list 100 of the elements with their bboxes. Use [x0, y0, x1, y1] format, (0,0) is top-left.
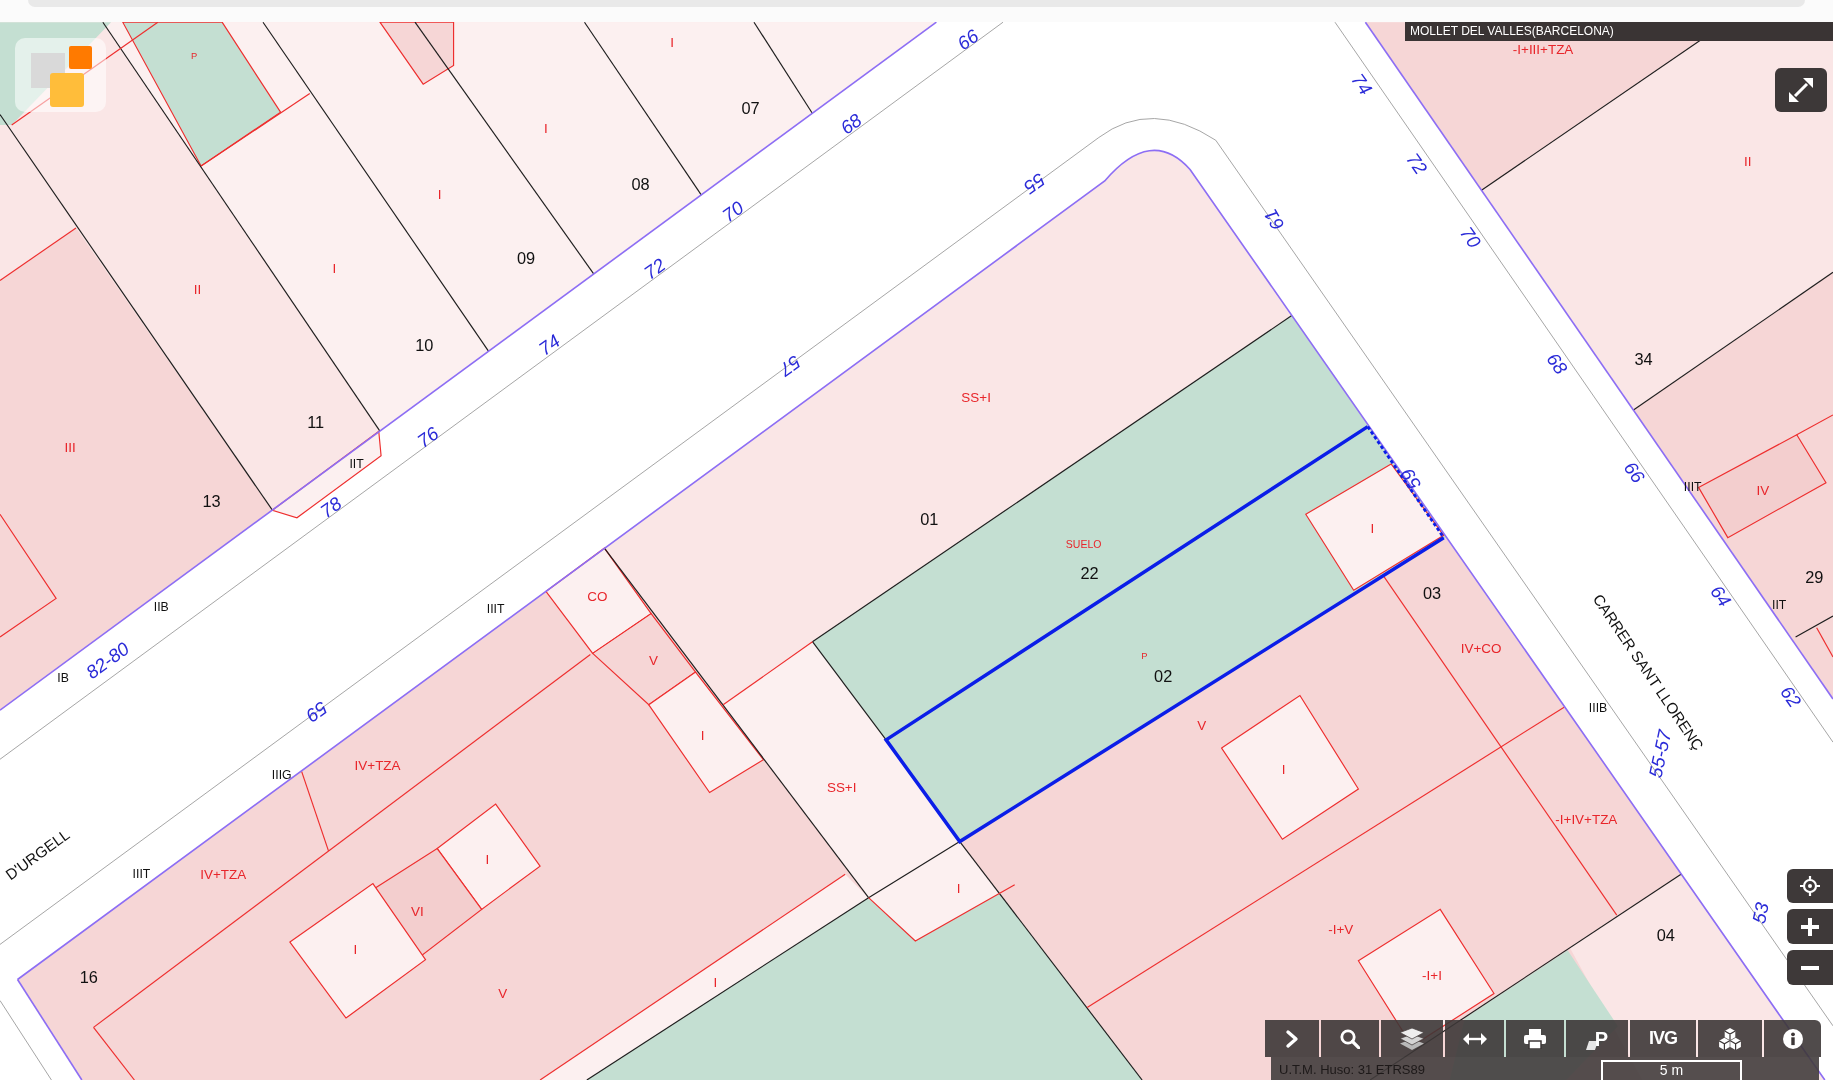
parcel-number: 13 [202, 492, 221, 511]
parcel-number: 10 [415, 335, 434, 354]
facade-label: IIIT [486, 601, 505, 616]
street-number: 68 [836, 109, 866, 139]
floor-label: SS+I [826, 780, 857, 796]
fullscreen-button[interactable] [1775, 68, 1827, 112]
facade-label: IIIG [271, 767, 292, 782]
info-button[interactable] [1764, 1020, 1821, 1057]
street-number: 72 [640, 254, 670, 284]
floor-label: P [190, 51, 198, 62]
facade-label: IIB [153, 599, 169, 614]
street-number: 72 [1402, 149, 1432, 179]
expand-icon [1789, 78, 1813, 102]
floor-label: I [956, 880, 961, 896]
floor-label: SUELO [1065, 537, 1102, 550]
floor-label: I [353, 941, 358, 957]
street-number: 66 [953, 25, 983, 55]
floor-label: I [713, 975, 718, 991]
street-number: 66 [1619, 457, 1649, 487]
street-number: 61 [1259, 205, 1289, 234]
building-line [1816, 627, 1833, 658]
street-number: 55 [1020, 168, 1050, 199]
search-icon [1340, 1028, 1360, 1049]
floor-label: -I+IV+TZA [1555, 811, 1618, 827]
floor-label: I [332, 261, 337, 277]
street-number: 62 [1776, 682, 1806, 712]
next-button[interactable] [1265, 1020, 1319, 1057]
street-number: 64 [1706, 581, 1736, 611]
street-number: 74 [534, 330, 564, 360]
crosshair-icon [1800, 876, 1820, 896]
street-number: 59 [1396, 464, 1426, 494]
floor-label: V [498, 986, 508, 1001]
facade-label: IIT [1772, 598, 1787, 613]
street-number: 74 [1347, 69, 1377, 99]
tool-letter: P [1594, 1028, 1609, 1049]
floor-label: -I+I [1422, 968, 1442, 984]
zoom-out-button[interactable] [1787, 950, 1833, 985]
layers-button[interactable] [1381, 1020, 1443, 1057]
floor-label: I [544, 121, 548, 137]
parcel-number: 07 [741, 98, 760, 117]
parcel-tool-button[interactable]: P [1566, 1020, 1628, 1057]
cubes-icon [1719, 1027, 1741, 1050]
print-button[interactable] [1506, 1020, 1564, 1057]
squares-logo-icon [15, 38, 106, 112]
floor-label: I [485, 851, 490, 867]
parcel-number: 11 [307, 412, 325, 431]
street-number: 59 [302, 697, 332, 727]
floor-label: I [437, 186, 442, 202]
printer-icon [1524, 1028, 1546, 1049]
building-line [1796, 414, 1833, 436]
floor-label: CO [587, 588, 608, 604]
plus-icon [1801, 917, 1819, 936]
floor-label: I [670, 34, 675, 50]
street-number: 70 [1456, 222, 1486, 252]
parcel-number: 29 [1805, 568, 1824, 587]
street-number: 76 [413, 422, 443, 452]
floor-label: I [1281, 761, 1286, 777]
street-number: 57 [775, 351, 805, 381]
ivg-button[interactable]: IVG [1630, 1020, 1696, 1057]
parcel-boundary-line [1795, 615, 1833, 638]
floor-label: P [1141, 650, 1148, 661]
floor-label: II [193, 282, 202, 298]
facade-label: IB [57, 670, 69, 685]
floor-label: IV+CO [1460, 641, 1502, 657]
plate-icon [1585, 1041, 1598, 1050]
zoom-in-button[interactable] [1787, 909, 1833, 944]
parcel-number: 04 [1656, 926, 1675, 945]
parcel-number: 09 [516, 249, 536, 268]
floor-label: IV [1756, 483, 1770, 499]
volumes-button[interactable] [1698, 1020, 1762, 1057]
floor-label: V [1197, 718, 1207, 734]
floor-label: I [1370, 520, 1375, 536]
parcel-number: 22 [1080, 563, 1099, 582]
parcel-number: 03 [1422, 583, 1442, 602]
minus-icon [1801, 965, 1819, 970]
parcel-number: 02 [1154, 666, 1173, 685]
scale-bar: 5 m [1601, 1060, 1742, 1080]
floor-label: II [1743, 153, 1752, 169]
location-label: MOLLET DEL VALLES(BARCELONA) [1405, 22, 1833, 41]
search-button[interactable] [1321, 1020, 1379, 1057]
floor-label: -I+III+TZA [1512, 41, 1574, 57]
floor-label: V [649, 652, 658, 668]
chevron-right-icon [1285, 1028, 1299, 1049]
measure-button[interactable] [1445, 1020, 1504, 1057]
facade-label: IIIT [132, 867, 151, 882]
floor-label: III [64, 440, 76, 456]
street-number: 78 [316, 492, 346, 522]
locate-button[interactable] [1787, 869, 1833, 903]
floor-label: IV+TZA [200, 866, 247, 882]
facade-label: IIT [349, 457, 364, 472]
info-icon [1782, 1028, 1803, 1049]
parcel-number: 16 [79, 968, 98, 987]
double-arrow-icon [1462, 1032, 1487, 1045]
parcel-number: 34 [1634, 349, 1653, 368]
street-number: 68 [1542, 348, 1572, 379]
floor-label: IV+TZA [354, 758, 401, 774]
floor-label: I [700, 727, 705, 743]
parcel-number: 08 [631, 174, 650, 193]
facade-label: IIIT [1683, 480, 1702, 495]
street-number: 53 [1748, 900, 1773, 926]
